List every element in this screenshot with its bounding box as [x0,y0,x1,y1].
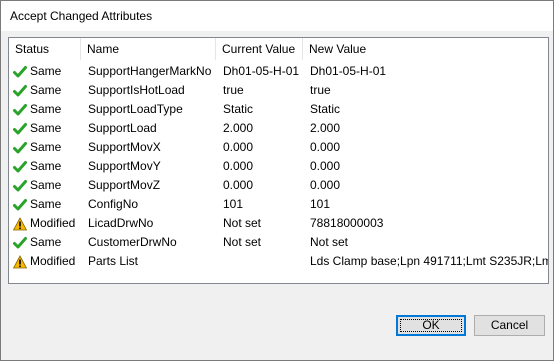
table-row[interactable]: Same SupportHangerMarkNo Dh01-05-H-01 Dh01-… [9,62,548,81]
status-text: Modified [30,216,76,230]
column-header-current-value[interactable]: Current Value [216,38,303,60]
new-value-cell: Dh01-05-H-01 [310,64,387,78]
list-header: Status Name Current Value New Value [9,38,548,60]
new-value-cell: true [310,83,331,97]
column-header-name[interactable]: Name [81,38,216,60]
check-icon [13,160,27,174]
name-cell: LicadDrwNo [88,216,154,230]
new-value-cell: Not set [310,235,349,249]
check-icon [13,103,27,117]
new-value-cell: 0.000 [310,178,341,192]
status-text: Same [30,235,62,249]
new-value-cell: Lds Clamp base;Lpn 491711;Lmt S235JR;Lma [310,254,548,268]
new-value-cell: 0.000 [310,140,341,154]
name-cell: SupportMovZ [88,178,161,192]
status-cell: Same [13,100,81,119]
name-cell: SupportMovX [88,140,161,154]
table-row[interactable]: Modified LicadDrwNo Not set 78818000003 [9,214,548,233]
current-value-cell: 0.000 [223,140,254,154]
cancel-button-label: Cancel [490,318,529,332]
new-value-cell: Static [310,102,341,116]
status-cell: Same [13,176,81,195]
current-value-cell: 0.000 [223,178,254,192]
current-value-cell: Dh01-05-H-01 [223,64,300,78]
name-cell: ConfigNo [88,197,139,211]
new-value-cell: 2.000 [310,121,341,135]
current-value-cell [223,252,305,271]
column-header-new-value[interactable]: New Value [303,38,548,60]
current-value-cell: Not set [223,235,262,249]
check-icon [13,122,27,136]
name-cell: SupportIsHotLoad [88,83,185,97]
table-row[interactable]: Same SupportLoad 2.000 2.000 [9,119,548,138]
current-value-cell: Not set [223,216,262,230]
status-text: Modified [30,254,76,268]
check-icon [13,141,27,155]
status-cell: Same [13,195,81,214]
warning-icon [13,216,27,231]
table-row[interactable]: Same SupportMovZ 0.000 0.000 [9,176,548,195]
table-row[interactable]: Same SupportIsHotLoad true true [9,81,548,100]
status-text: Same [30,121,62,135]
table-row[interactable]: Same SupportMovY 0.000 0.000 [9,157,548,176]
column-header-status[interactable]: Status [9,38,81,60]
status-text: Same [30,140,62,154]
attributes-list[interactable]: Status Name Current Value New Value Same… [8,37,549,284]
check-icon [13,236,27,250]
name-cell: Parts List [88,254,139,268]
status-cell: Modified [13,214,81,233]
check-icon [13,179,27,193]
status-cell: Same [13,119,81,138]
new-value-cell: 101 [310,197,331,211]
list-rows: Same SupportHangerMarkNo Dh01-05-H-01 Dh01-… [9,62,548,271]
table-row[interactable]: Same SupportLoadType Static Static [9,100,548,119]
status-cell: Same [13,81,81,100]
cancel-button[interactable]: Cancel [474,315,545,336]
name-cell: CustomerDrwNo [88,235,177,249]
table-row[interactable]: Same SupportMovX 0.000 0.000 [9,138,548,157]
new-value-cell: 0.000 [310,159,341,173]
name-cell: SupportMovY [88,159,161,173]
current-value-cell: 2.000 [223,121,254,135]
status-cell: Same [13,62,81,81]
title-bar: Accept Changed Attributes [1,1,553,31]
window-title: Accept Changed Attributes [10,9,153,23]
status-cell: Modified [13,252,81,271]
check-icon [13,198,27,212]
table-row[interactable]: Same ConfigNo 101 101 [9,195,548,214]
table-row[interactable]: Same CustomerDrwNo Not set Not set [9,233,548,252]
name-cell: SupportHangerMarkNo [88,64,212,78]
status-text: Same [30,178,62,192]
focus-rectangle [400,319,462,332]
current-value-cell: true [223,83,244,97]
table-row[interactable]: Modified Parts List Lds Clamp base;Lpn 491… [9,252,548,271]
ok-button[interactable]: OK [396,315,466,336]
accept-changed-attributes-dialog: Accept Changed Attributes Status Name Cu… [0,0,554,361]
status-text: Same [30,197,62,211]
status-cell: Same [13,138,81,157]
name-cell: SupportLoadType [88,102,183,116]
status-text: Same [30,83,62,97]
name-cell: SupportLoad [88,121,157,135]
status-text: Same [30,64,62,78]
current-value-cell: Static [223,102,254,116]
warning-icon [13,254,27,269]
current-value-cell: 0.000 [223,159,254,173]
current-value-cell: 101 [223,197,244,211]
check-icon [13,65,27,79]
check-icon [13,84,27,98]
status-cell: Same [13,157,81,176]
status-text: Same [30,159,62,173]
status-cell: Same [13,233,81,252]
status-text: Same [30,102,62,116]
new-value-cell: 78818000003 [310,216,384,230]
